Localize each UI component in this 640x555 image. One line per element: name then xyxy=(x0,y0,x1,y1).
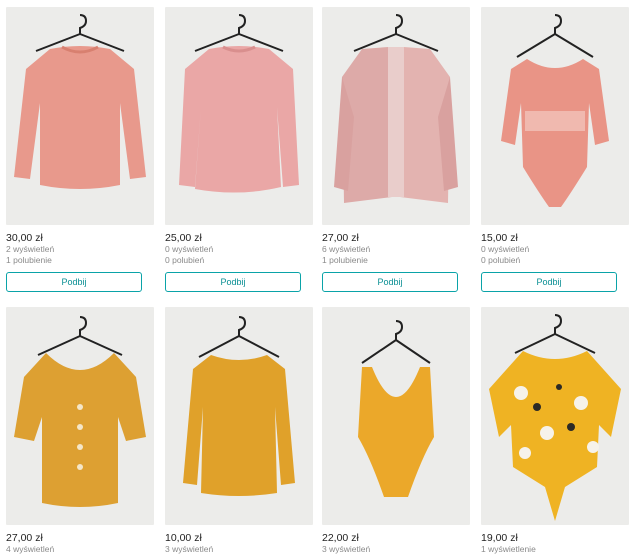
listing-views: 3 wyświetleń xyxy=(322,544,371,554)
boost-button[interactable]: Podbij xyxy=(165,272,301,292)
listing-price: 22,00 zł xyxy=(322,532,359,544)
boost-button[interactable]: Podbij xyxy=(6,272,142,292)
listing-photo[interactable] xyxy=(6,307,154,525)
mustard-blouse-illustration xyxy=(14,316,146,507)
listing-views: 4 wyświetleń xyxy=(6,544,55,554)
listing-card[interactable]: 15,00 zł 0 wyświetleń 0 polubień Podbij xyxy=(481,7,629,292)
listing-photo[interactable] xyxy=(165,7,313,225)
listing-photo[interactable] xyxy=(322,7,470,225)
pink-sweater-illustration xyxy=(179,14,299,193)
listing-card[interactable]: 19,00 zł 1 wyświetlenie xyxy=(481,307,629,555)
listing-price: 25,00 zł xyxy=(165,232,202,244)
listing-card[interactable]: 22,00 zł 3 wyświetleń xyxy=(322,307,470,555)
listing-likes: 0 polubień xyxy=(165,255,205,265)
listing-views: 0 wyświetleń xyxy=(481,244,530,254)
listings-grid: 30,00 zł 2 wyświetleń 1 polubienie Podbi… xyxy=(0,0,640,554)
listing-views: 1 wyświetlenie xyxy=(481,544,536,554)
listing-price: 10,00 zł xyxy=(165,532,202,544)
listing-photo[interactable] xyxy=(481,307,629,525)
listing-likes: 0 polubień xyxy=(481,255,521,265)
pink-cardigan-illustration xyxy=(334,14,458,203)
listing-price: 27,00 zł xyxy=(322,232,359,244)
listing-photo[interactable] xyxy=(322,307,470,525)
listing-likes: 1 polubienie xyxy=(322,255,368,265)
listing-views: 2 wyświetleń xyxy=(6,244,55,254)
listing-views: 3 wyświetleń xyxy=(165,544,214,554)
listing-views: 6 wyświetleń xyxy=(322,244,371,254)
listing-likes: 1 polubienie xyxy=(6,255,52,265)
listing-card[interactable]: 27,00 zł 4 wyświetleń xyxy=(6,307,154,555)
coral-bodysuit-illustration xyxy=(501,14,609,207)
yellow-floral-top-illustration xyxy=(489,314,621,521)
listing-card[interactable]: 10,00 zł 3 wyświetleń xyxy=(165,307,313,555)
listing-card[interactable]: 30,00 zł 2 wyświetleń 1 polubienie Podbi… xyxy=(6,7,154,292)
listing-card[interactable]: 25,00 zł 0 wyświetleń 0 polubień Podbij xyxy=(165,7,313,292)
listing-card[interactable]: 27,00 zł 6 wyświetleń 1 polubienie Podbi… xyxy=(322,7,470,292)
listing-photo[interactable] xyxy=(6,7,154,225)
listing-photo[interactable] xyxy=(481,7,629,225)
listing-photo[interactable] xyxy=(165,307,313,525)
listing-price: 19,00 zł xyxy=(481,532,518,544)
listing-price: 15,00 zł xyxy=(481,232,518,244)
listing-price: 27,00 zł xyxy=(6,532,43,544)
pink-knit-sweater-illustration xyxy=(14,14,146,189)
listing-price: 30,00 zł xyxy=(6,232,43,244)
boost-button[interactable]: Podbij xyxy=(481,272,617,292)
yellow-bodysuit-illustration xyxy=(358,320,434,497)
mustard-longsleeve-illustration xyxy=(183,316,295,496)
listing-views: 0 wyświetleń xyxy=(165,244,214,254)
boost-button[interactable]: Podbij xyxy=(322,272,458,292)
